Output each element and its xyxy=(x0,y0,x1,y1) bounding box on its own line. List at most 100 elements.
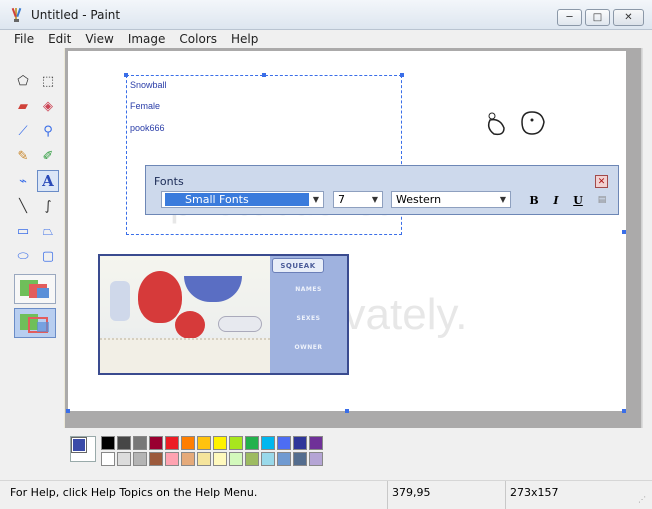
color-swatch[interactable] xyxy=(149,452,163,466)
ellipse-tool[interactable]: ⬭ xyxy=(12,245,34,267)
color-swatch[interactable] xyxy=(197,452,211,466)
color-swatch[interactable] xyxy=(261,452,275,466)
text-line-name: Snowball xyxy=(130,80,167,90)
fonts-toolbar: Fonts ✕ Small Fonts ▼ 7 ▼ Western ▼ B I … xyxy=(145,165,619,215)
canvas-resize-handle-bl[interactable] xyxy=(66,409,70,413)
pencil-tool[interactable]: ✎ xyxy=(12,145,34,167)
opaque-background-option[interactable] xyxy=(14,274,56,304)
font-name-dropdown[interactable]: Small Fonts ▼ xyxy=(161,191,324,208)
status-bar: For Help, click Help Topics on the Help … xyxy=(0,480,652,509)
color-swatch[interactable] xyxy=(309,452,323,466)
apple-shape xyxy=(175,311,205,339)
mouse-cursor-icons xyxy=(484,110,546,143)
eraser-tool[interactable]: ▰ xyxy=(12,95,34,117)
text-line-owner: pook666 xyxy=(130,123,165,133)
curve-tool[interactable]: ∫ xyxy=(37,195,59,217)
color-swatch[interactable] xyxy=(165,452,179,466)
opaque-background-icon xyxy=(20,280,49,298)
textbox-handle-top[interactable] xyxy=(262,73,266,77)
jar-shape xyxy=(110,281,130,321)
color-swatch[interactable] xyxy=(165,436,179,450)
font-name-value: Small Fonts xyxy=(165,193,309,206)
vertical-text-icon[interactable]: ▤ xyxy=(594,192,610,208)
italic-button[interactable]: I xyxy=(548,192,564,208)
color-swatch[interactable] xyxy=(245,436,259,450)
font-script-dropdown[interactable]: Western ▼ xyxy=(391,191,511,208)
color-swatch[interactable] xyxy=(197,436,211,450)
color-swatch[interactable] xyxy=(229,452,243,466)
airbrush-tool[interactable]: ⌁ xyxy=(12,170,34,192)
brush-tool[interactable]: ✐ xyxy=(37,145,59,167)
paint-app-icon xyxy=(11,7,22,22)
color-swatch[interactable] xyxy=(101,436,115,450)
chevron-down-icon: ▼ xyxy=(312,195,320,204)
fonts-close-button[interactable]: ✕ xyxy=(595,175,608,188)
menu-help[interactable]: Help xyxy=(224,30,265,48)
tool-box: ⬠ ⬚ ▰ ◈ ⟋ ⚲ ✎ ✐ ⌁ A ╲ ∫ ▭ ⏢ ⬭ ▢ xyxy=(0,48,64,428)
textbox-handle-tr[interactable] xyxy=(400,73,404,77)
color-swatch[interactable] xyxy=(277,436,291,450)
color-swatch[interactable] xyxy=(213,436,227,450)
foreground-color xyxy=(71,437,87,453)
status-selection-size: 273x157 xyxy=(505,481,625,509)
color-swatch[interactable] xyxy=(133,452,147,466)
color-swatch[interactable] xyxy=(133,436,147,450)
color-swatch[interactable] xyxy=(181,436,195,450)
color-swatch[interactable] xyxy=(261,436,275,450)
close-button[interactable]: ✕ xyxy=(613,9,644,26)
window-title: Untitled - Paint xyxy=(31,8,121,22)
pasted-image[interactable]: SQUEAK NAMES SEXES OWNER xyxy=(98,254,349,375)
canvas-resize-handle-br[interactable] xyxy=(622,409,626,413)
canvas-resize-handle-right[interactable] xyxy=(622,230,626,234)
sexes-label: SEXES xyxy=(296,315,321,322)
chevron-down-icon: ▼ xyxy=(371,195,379,204)
color-swatch[interactable] xyxy=(117,452,131,466)
underline-button[interactable]: U xyxy=(570,192,586,208)
transparent-background-option[interactable] xyxy=(14,308,56,338)
polygon-tool[interactable]: ⏢ xyxy=(37,220,59,242)
canvas-resize-handle-bottom[interactable] xyxy=(345,409,349,413)
menu-image[interactable]: Image xyxy=(121,30,173,48)
owner-label: OWNER xyxy=(294,344,323,351)
color-swatch[interactable] xyxy=(293,436,307,450)
chevron-down-icon: ▼ xyxy=(499,195,507,204)
cups-shape xyxy=(218,316,262,332)
textbox-handle-tl[interactable] xyxy=(124,73,128,77)
rect-select-tool[interactable]: ⬚ xyxy=(37,70,59,92)
squeak-tab: SQUEAK xyxy=(272,258,324,273)
magnifier-tool[interactable]: ⚲ xyxy=(37,120,59,142)
menu-edit[interactable]: Edit xyxy=(41,30,78,48)
free-form-select-tool[interactable]: ⬠ xyxy=(12,70,34,92)
vertical-scrollbar[interactable] xyxy=(642,48,652,428)
color-box xyxy=(0,428,652,480)
color-swatch[interactable] xyxy=(213,452,227,466)
menu-colors[interactable]: Colors xyxy=(172,30,224,48)
color-swatch[interactable] xyxy=(245,452,259,466)
color-swatch[interactable] xyxy=(277,452,291,466)
rounded-rect-tool[interactable]: ▢ xyxy=(37,245,59,267)
font-size-dropdown[interactable]: 7 ▼ xyxy=(333,191,383,208)
text-tool[interactable]: A xyxy=(37,170,59,192)
mouse-doodle-icon xyxy=(487,111,545,136)
bold-button[interactable]: B xyxy=(526,192,542,208)
color-swatch[interactable] xyxy=(117,436,131,450)
title-bar: Untitled - Paint ─ □ ✕ xyxy=(0,0,652,30)
color-swatch[interactable] xyxy=(309,436,323,450)
line-tool[interactable]: ╲ xyxy=(12,195,34,217)
color-swatch[interactable] xyxy=(149,436,163,450)
color-swatch[interactable] xyxy=(101,452,115,466)
color-swatch[interactable] xyxy=(181,452,195,466)
resize-grip-icon[interactable]: ⋰ xyxy=(638,495,648,505)
maximize-button[interactable]: □ xyxy=(585,9,610,26)
color-swatch[interactable] xyxy=(229,436,243,450)
fonts-toolbar-title: Fonts xyxy=(154,175,184,188)
minimize-button[interactable]: ─ xyxy=(557,9,582,26)
menu-view[interactable]: View xyxy=(78,30,120,48)
font-script-value: Western xyxy=(396,193,442,206)
shelf-shape xyxy=(100,338,270,373)
fill-bucket-tool[interactable]: ◈ xyxy=(37,95,59,117)
rectangle-tool[interactable]: ▭ xyxy=(12,220,34,242)
color-swatch[interactable] xyxy=(293,452,307,466)
menu-file[interactable]: File xyxy=(7,30,41,48)
color-picker-tool[interactable]: ⟋ xyxy=(12,120,34,142)
